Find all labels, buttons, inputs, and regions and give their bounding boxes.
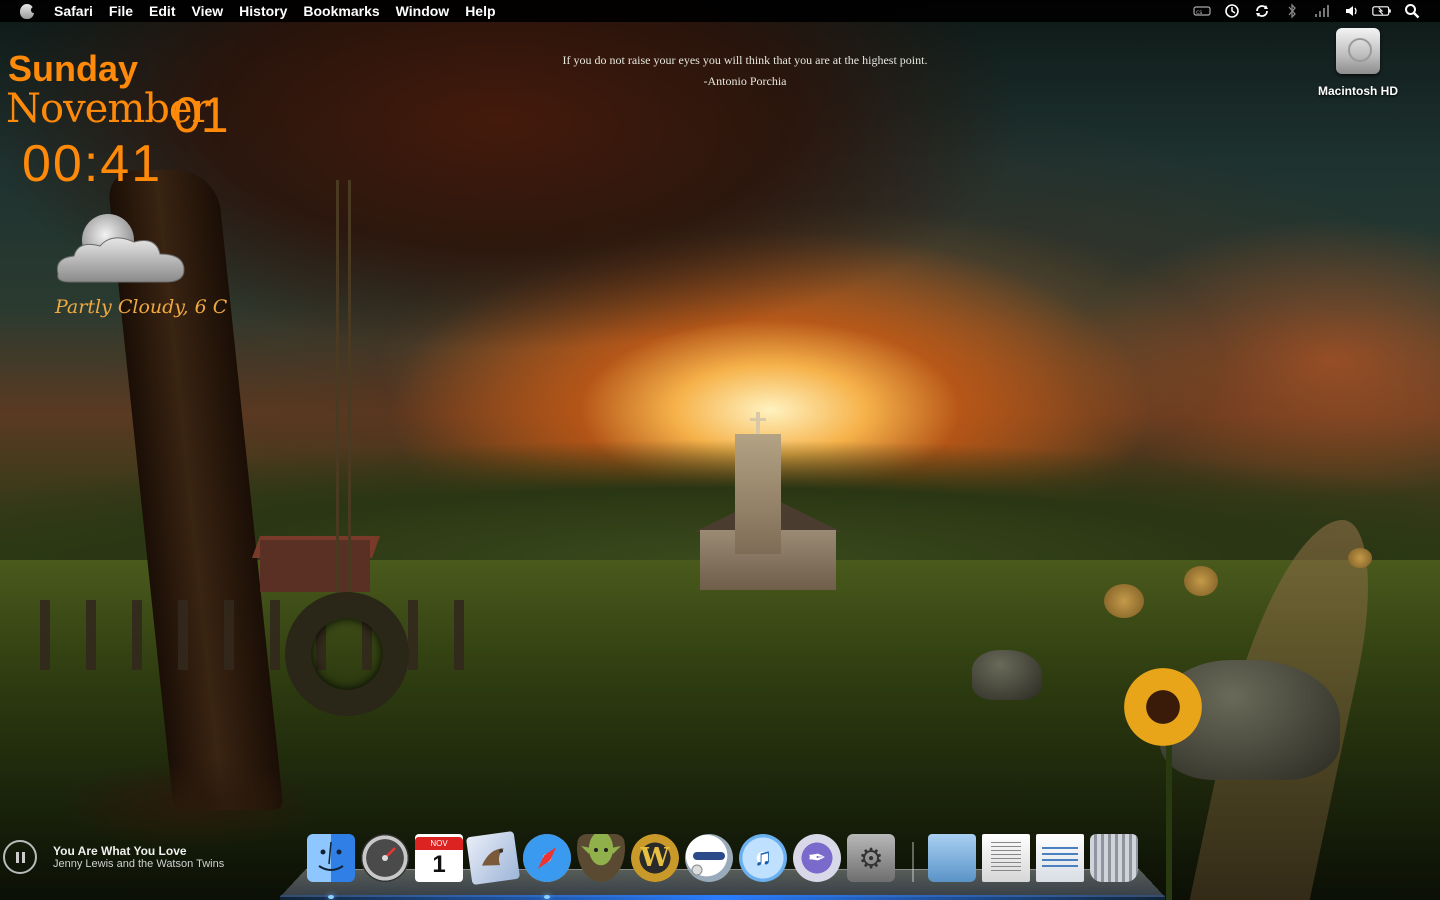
wallpaper-barn bbox=[260, 540, 370, 592]
drive-label[interactable]: Macintosh HD bbox=[1305, 84, 1411, 98]
hard-drive-icon[interactable] bbox=[1336, 28, 1380, 74]
now-playing-info: You Are What You Love Jenny Lewis and th… bbox=[53, 844, 224, 870]
menu-help[interactable]: Help bbox=[457, 0, 503, 22]
wallpaper-tree-root bbox=[60, 760, 320, 850]
wallpaper-church bbox=[700, 530, 836, 590]
weather-condition: Partly Cloudy, 6 C bbox=[55, 296, 228, 318]
wallpaper-rock bbox=[972, 650, 1042, 700]
menu-file[interactable]: File bbox=[101, 0, 141, 22]
menu-bar: Safari File Edit View History Bookmarks … bbox=[0, 0, 1440, 22]
quote-text: If you do not raise your eyes you will t… bbox=[562, 53, 928, 67]
clock-time: 00:41 bbox=[22, 135, 163, 193]
menu-bookmarks[interactable]: Bookmarks bbox=[295, 0, 387, 22]
itunes-icon[interactable]: ♫ bbox=[739, 834, 787, 882]
menu-history[interactable]: History bbox=[231, 0, 295, 22]
now-playing-widget: You Are What You Love Jenny Lewis and th… bbox=[3, 840, 224, 874]
track-artist: Jenny Lewis and the Watson Twins bbox=[53, 858, 225, 870]
spotlight-icon[interactable] bbox=[1402, 3, 1422, 19]
menu-view[interactable]: View bbox=[184, 0, 232, 22]
desktop-quote: If you do not raise your eyes you will t… bbox=[450, 50, 1040, 92]
itunes-note: ♫ bbox=[754, 844, 772, 871]
applications-folder-icon[interactable] bbox=[928, 834, 976, 882]
wifi-icon[interactable] bbox=[1312, 3, 1332, 19]
ichat-icon[interactable] bbox=[685, 834, 733, 882]
wallpaper-cross-bar bbox=[750, 418, 766, 421]
sync-icon[interactable] bbox=[1252, 3, 1272, 19]
gear-glyph: ⚙ bbox=[858, 842, 884, 874]
calendar-month: NOV bbox=[415, 836, 463, 850]
running-indicator bbox=[544, 895, 550, 899]
world-of-warcraft-icon[interactable]: W bbox=[631, 834, 679, 882]
wallpaper-rope bbox=[348, 180, 351, 600]
quill-glyph: ✒ bbox=[807, 845, 827, 870]
safari-icon[interactable] bbox=[523, 834, 571, 882]
wallpaper-church-tower bbox=[735, 434, 781, 554]
menu-window[interactable]: Window bbox=[388, 0, 458, 22]
wallpaper-hay-bale bbox=[1104, 584, 1144, 618]
ical-icon[interactable]: NOV 1 bbox=[415, 834, 463, 882]
system-preferences-icon[interactable]: ⚙ bbox=[847, 834, 895, 882]
yoda-icon[interactable] bbox=[577, 834, 625, 882]
script-editor-icon[interactable]: ✒ bbox=[793, 834, 841, 882]
adobe-cs-icon[interactable]: cs bbox=[1192, 3, 1212, 19]
menu-edit[interactable]: Edit bbox=[141, 0, 183, 22]
dock-separator bbox=[912, 842, 914, 882]
wallpaper-cross bbox=[756, 412, 760, 434]
running-indicator bbox=[328, 895, 334, 899]
clock-day: Sunday bbox=[8, 48, 139, 89]
wallpaper-hills bbox=[0, 440, 1440, 600]
wow-letter: W bbox=[640, 843, 670, 873]
wallpaper-barn-roof bbox=[251, 536, 381, 558]
volume-icon[interactable] bbox=[1342, 3, 1362, 19]
mail-icon[interactable] bbox=[465, 830, 521, 886]
calendar-day: 1 bbox=[432, 850, 446, 878]
bluetooth-icon[interactable] bbox=[1282, 3, 1302, 19]
partly-cloudy-icon bbox=[50, 210, 190, 290]
dock-glow bbox=[280, 895, 1165, 900]
quote-author: -Antonio Porchia bbox=[703, 74, 787, 88]
wallpaper-fence bbox=[40, 600, 500, 670]
pause-icon[interactable] bbox=[3, 840, 37, 874]
macintosh-hd[interactable]: Macintosh HD bbox=[1305, 28, 1411, 98]
trash-icon[interactable] bbox=[1090, 834, 1138, 882]
wallpaper-sunflower-stem bbox=[1166, 740, 1172, 900]
apple-menu-icon[interactable] bbox=[16, 0, 38, 22]
menu-app-safari[interactable]: Safari bbox=[46, 0, 101, 22]
wallpaper-rope bbox=[336, 180, 339, 600]
track-title: You Are What You Love bbox=[53, 844, 187, 858]
wallpaper-path bbox=[1189, 520, 1391, 900]
wallpaper-tire-swing bbox=[285, 592, 409, 716]
wallpaper-sunflower bbox=[1124, 668, 1202, 746]
documents-stack-icon[interactable] bbox=[982, 834, 1030, 882]
menu-extras: cs bbox=[1192, 3, 1440, 19]
clock-date: 01 bbox=[173, 87, 229, 143]
finder-icon[interactable] bbox=[307, 834, 355, 882]
wallpaper-hay-bale bbox=[1348, 548, 1372, 568]
time-machine-icon[interactable] bbox=[1222, 3, 1242, 19]
battery-icon[interactable] bbox=[1372, 3, 1392, 19]
dashboard-icon[interactable] bbox=[361, 834, 409, 882]
svg-text:cs: cs bbox=[1196, 9, 1202, 16]
wallpaper-rock bbox=[1160, 660, 1340, 780]
downloads-stack-icon[interactable] bbox=[1036, 834, 1084, 882]
wallpaper-hay-bale bbox=[1184, 566, 1218, 596]
wallpaper-church-roof bbox=[694, 496, 842, 532]
